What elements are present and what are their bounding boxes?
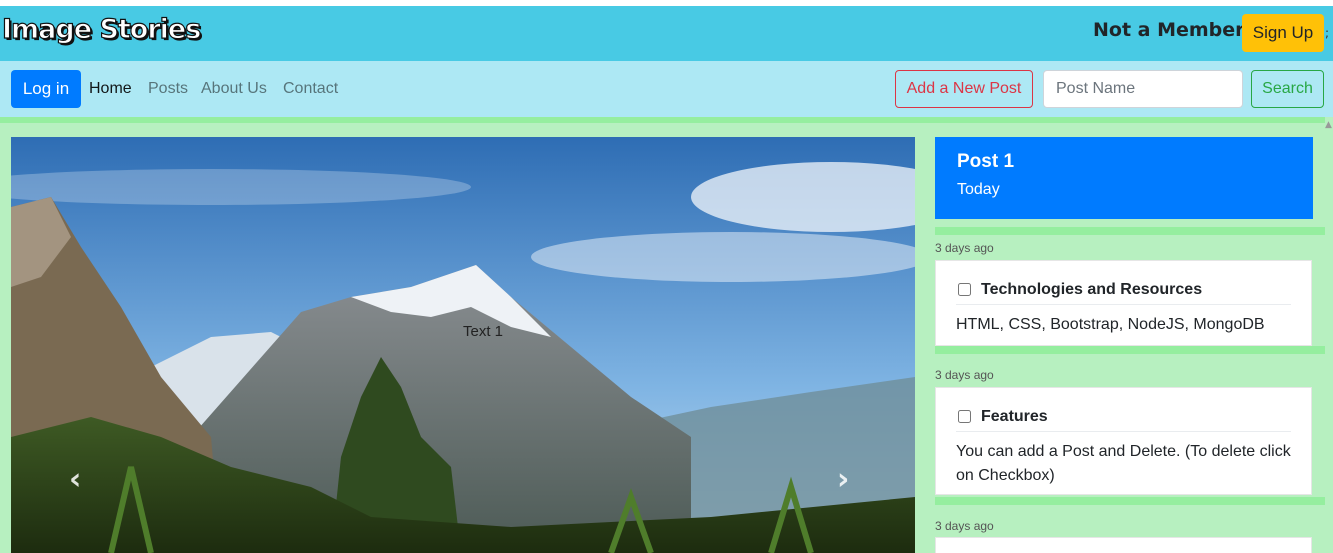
nav-link-about-us[interactable]: About Us bbox=[201, 80, 267, 98]
main-content: Text 1 ‹ › Post 1 Today 3 days ago Techn… bbox=[0, 117, 1333, 553]
nav-link-posts[interactable]: Posts bbox=[148, 80, 188, 98]
search-button[interactable]: Search bbox=[1251, 70, 1324, 108]
post-sidebar: Post 1 Today 3 days ago Technologies and… bbox=[935, 137, 1325, 553]
top-header: Image Stories Not a Member Sign Up ; bbox=[0, 6, 1333, 61]
post-card bbox=[935, 537, 1312, 553]
featured-post-title: Post 1 bbox=[957, 151, 1015, 172]
post-card: Features You can add a Post and Delete. … bbox=[935, 387, 1312, 495]
divider-band bbox=[935, 346, 1325, 354]
featured-post[interactable]: Post 1 Today bbox=[935, 137, 1313, 219]
carousel-caption: Text 1 bbox=[463, 323, 504, 340]
site-logo[interactable]: Image Stories bbox=[1, 13, 202, 45]
stray-mark: ; bbox=[1325, 26, 1330, 40]
not-member-text: Not a Member bbox=[1093, 19, 1245, 41]
add-new-post-button[interactable]: Add a New Post bbox=[895, 70, 1033, 108]
nav-link-contact[interactable]: Contact bbox=[283, 80, 338, 98]
post-card-body: You can add a Post and Delete. (To delet… bbox=[956, 443, 1291, 484]
divider-band bbox=[935, 227, 1325, 235]
post-age: 3 days ago bbox=[935, 368, 994, 382]
post-card-body: HTML, CSS, Bootstrap, NodeJS, MongoDB bbox=[956, 316, 1265, 333]
sign-up-button[interactable]: Sign Up bbox=[1242, 14, 1324, 52]
post-name-input[interactable] bbox=[1043, 70, 1243, 108]
post-card-header: Features bbox=[956, 402, 1291, 432]
mountain-landscape-image bbox=[11, 137, 915, 553]
post-card-header: Technologies and Resources bbox=[956, 275, 1291, 305]
post-card-title: Technologies and Resources bbox=[981, 280, 1203, 298]
log-in-button[interactable]: Log in bbox=[11, 70, 81, 108]
chevron-left-icon[interactable]: ‹ bbox=[69, 462, 81, 497]
post-age: 3 days ago bbox=[935, 241, 994, 255]
delete-post-checkbox[interactable] bbox=[958, 410, 971, 423]
divider-band bbox=[935, 497, 1325, 505]
post-age: 3 days ago bbox=[935, 519, 994, 533]
delete-post-checkbox[interactable] bbox=[958, 283, 971, 296]
post-card: Technologies and Resources HTML, CSS, Bo… bbox=[935, 260, 1312, 346]
chevron-right-icon[interactable]: › bbox=[837, 462, 849, 497]
navbar: Log in Home Posts About Us Contact Add a… bbox=[0, 61, 1333, 117]
image-carousel[interactable]: Text 1 ‹ › bbox=[11, 137, 915, 553]
nav-link-home[interactable]: Home bbox=[89, 80, 132, 98]
post-card-title: Features bbox=[981, 407, 1048, 425]
scroll-up-icon[interactable]: ▲ bbox=[1325, 120, 1332, 130]
featured-post-date: Today bbox=[957, 181, 1000, 198]
